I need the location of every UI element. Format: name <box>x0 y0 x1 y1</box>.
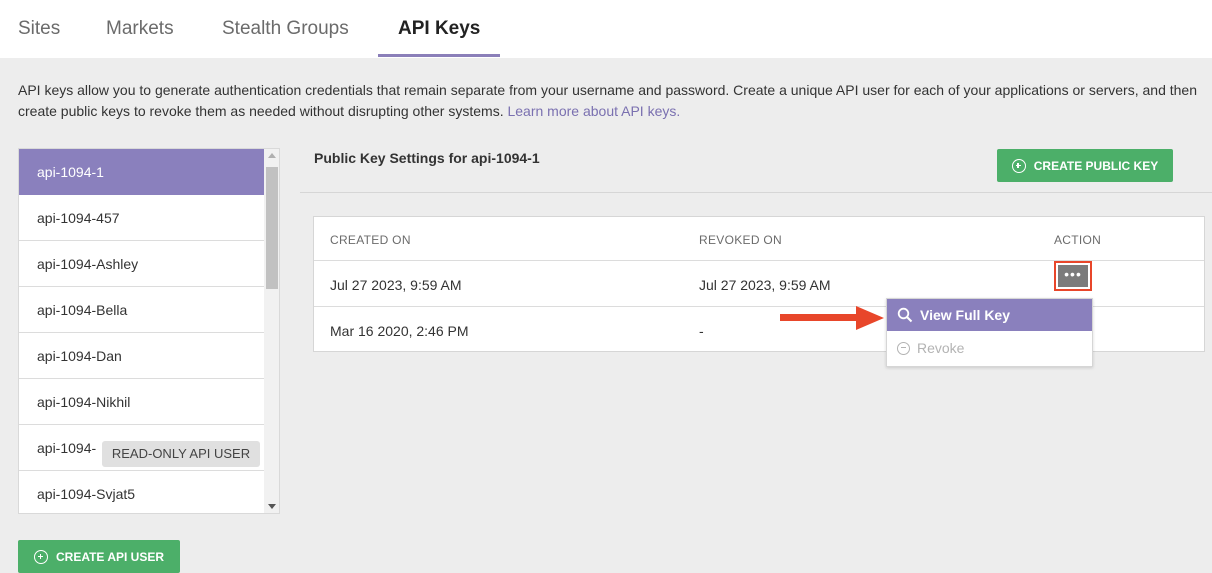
create-api-user-label: CREATE API USER <box>55 549 164 564</box>
revoke-label: Revoke <box>917 340 965 356</box>
active-tab-indicator <box>378 54 500 57</box>
create-public-key-label: CREATE PUBLIC KEY <box>1033 158 1159 173</box>
tab-bar: Sites Markets Stealth Groups API Keys <box>0 0 1212 58</box>
list-scrollbar[interactable] <box>264 149 279 513</box>
column-header-revoked: REVOKED ON <box>699 233 783 247</box>
row-1-created: Jul 27 2023, 9:59 AM <box>330 277 462 293</box>
scroll-thumb[interactable] <box>266 167 278 289</box>
learn-more-link[interactable]: Learn more about API keys. <box>507 103 680 119</box>
column-header-action: ACTION <box>1054 233 1102 247</box>
revoke-menu-item[interactable]: Revoke <box>887 332 1092 364</box>
create-api-user-button[interactable]: CREATE API USER <box>18 540 180 573</box>
more-icon: ••• <box>1058 265 1088 287</box>
arrow-right-icon <box>780 306 884 330</box>
tab-api-keys[interactable]: API Keys <box>398 18 480 40</box>
tab-stealth-groups[interactable]: Stealth Groups <box>222 18 349 40</box>
search-icon <box>897 307 913 323</box>
minus-circle-icon <box>897 341 910 355</box>
public-key-settings-title: Public Key Settings for api-1094-1 <box>314 150 540 166</box>
scroll-up-icon[interactable] <box>268 153 276 158</box>
tab-sites[interactable]: Sites <box>18 18 60 40</box>
tab-markets[interactable]: Markets <box>106 18 174 40</box>
plus-circle-icon <box>1011 158 1026 173</box>
section-divider <box>300 192 1212 193</box>
view-full-key-label: View Full Key <box>920 307 1010 323</box>
create-public-key-button[interactable]: CREATE PUBLIC KEY <box>997 149 1173 182</box>
api-keys-panel: API keys allow you to generate authentic… <box>0 58 1212 573</box>
api-user-item[interactable]: api-1094-457 <box>19 195 264 241</box>
api-user-item[interactable]: api-1094-Nikhil <box>19 379 264 425</box>
api-user-item[interactable]: api-1094-Ashley <box>19 241 264 287</box>
column-header-created: CREATED ON <box>330 233 411 247</box>
row-1-action-button[interactable]: ••• <box>1054 261 1092 291</box>
api-user-item[interactable]: api-1094-Bella <box>19 287 264 333</box>
scroll-down-icon[interactable] <box>268 504 276 509</box>
api-user-item[interactable]: api-1094-1 <box>19 149 264 195</box>
row-2-revoked: - <box>699 323 704 339</box>
row-1-revoked: Jul 27 2023, 9:59 AM <box>699 277 831 293</box>
api-user-item[interactable]: api-1094-Dan <box>19 333 264 379</box>
read-only-tooltip: READ-ONLY API USER <box>102 441 260 467</box>
row-2-created: Mar 16 2020, 2:46 PM <box>330 323 469 339</box>
api-user-item[interactable]: api-1094-Svjat5 <box>19 471 264 513</box>
description: API keys allow you to generate authentic… <box>18 80 1198 122</box>
plus-circle-icon <box>33 549 48 564</box>
action-menu: View Full Key Revoke <box>886 298 1093 367</box>
view-full-key-menu-item[interactable]: View Full Key <box>887 299 1092 331</box>
